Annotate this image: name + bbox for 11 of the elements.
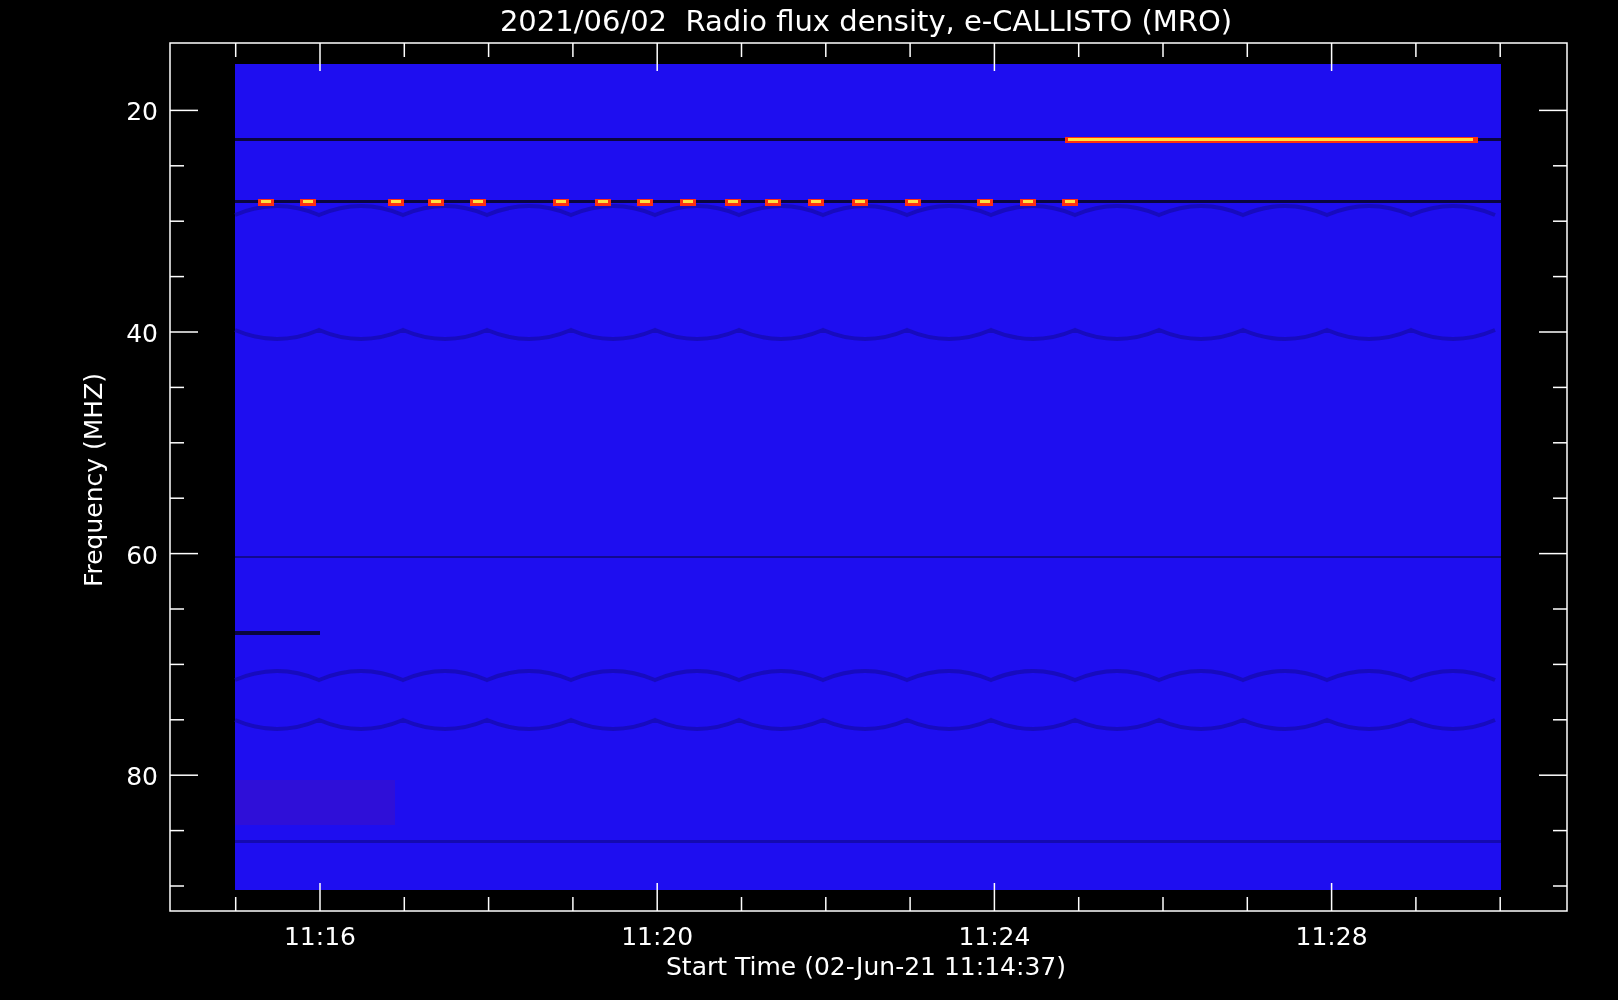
axis-tick-label: 11:20 xyxy=(621,922,694,951)
x-axis-label: Start Time (02-Jun-21 11:14:37) xyxy=(666,952,1066,981)
axis-tick-label: 11:24 xyxy=(958,922,1031,951)
axis-tick-label: 80 xyxy=(126,762,158,792)
axis-tick-label: 60 xyxy=(126,540,158,570)
y-axis-label: Frequency (MHZ) xyxy=(79,372,108,588)
axis-tick-label: 20 xyxy=(126,97,158,127)
axis-tick-label: 11:16 xyxy=(284,922,356,951)
axis-tick-label: 11:28 xyxy=(1295,922,1368,951)
chart-title: 2021/06/02 Radio flux density, e-CALLISTO (MRO) xyxy=(499,4,1233,38)
axis-tick-label: 40 xyxy=(126,319,158,348)
